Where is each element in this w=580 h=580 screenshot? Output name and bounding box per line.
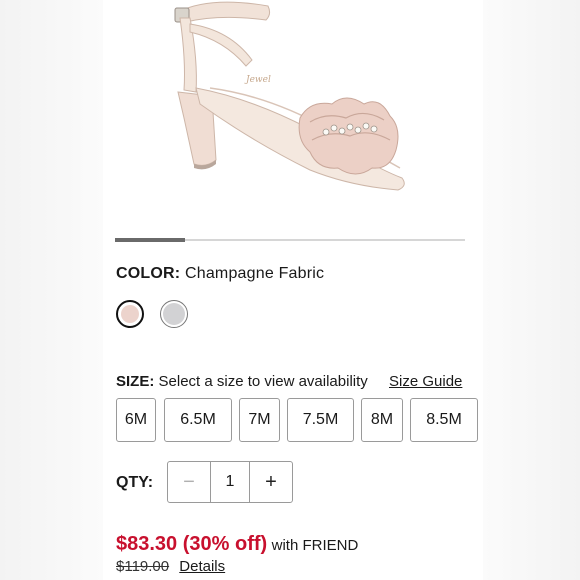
- quantity-decrease-button[interactable]: −: [168, 462, 211, 502]
- size-guide-link[interactable]: Size Guide: [389, 373, 462, 390]
- size-option-7m[interactable]: 7M: [239, 398, 280, 442]
- price-line: $83.30 (30% off) with FRIEND: [116, 533, 358, 556]
- size-option-6-5m[interactable]: 6.5M: [164, 398, 232, 442]
- product-image[interactable]: Jewel: [150, 0, 450, 210]
- quantity-increase-button[interactable]: +: [249, 462, 292, 502]
- size-option-8m[interactable]: 8M: [361, 398, 403, 442]
- size-prompt: Select a size to view availability: [158, 373, 368, 390]
- color-swatch-champagne[interactable]: [116, 300, 144, 328]
- svg-text:Jewel: Jewel: [244, 75, 271, 85]
- size-row: SIZE: Select a size to view availability: [116, 373, 368, 390]
- swatch-fill: [163, 303, 185, 325]
- details-link[interactable]: Details: [179, 558, 225, 575]
- color-swatch-silver[interactable]: [160, 300, 188, 328]
- sale-price: $83.30 (30% off): [116, 533, 268, 555]
- promo-text: with FRIEND: [271, 537, 359, 554]
- color-label: COLOR:: [116, 265, 181, 282]
- size-option-7-5m[interactable]: 7.5M: [287, 398, 354, 442]
- original-price: $119.00: [116, 558, 170, 575]
- color-row: COLOR: Champagne Fabric: [116, 265, 324, 283]
- size-option-6m[interactable]: 6M: [116, 398, 156, 442]
- background-left: [0, 0, 103, 580]
- image-carousel-progress-bar: [115, 238, 185, 242]
- size-label: SIZE:: [116, 373, 155, 390]
- quantity-stepper: − 1 +: [167, 461, 293, 503]
- size-option-8-5m[interactable]: 8.5M: [410, 398, 478, 442]
- original-price-line: $119.00 Details: [116, 558, 225, 575]
- swatch-fill: [121, 305, 139, 323]
- quantity-value[interactable]: 1: [211, 462, 249, 502]
- color-value: Champagne Fabric: [184, 265, 325, 282]
- quantity-label: QTY:: [116, 474, 154, 491]
- image-carousel-progress-track: [115, 238, 465, 242]
- background-right: [483, 0, 580, 580]
